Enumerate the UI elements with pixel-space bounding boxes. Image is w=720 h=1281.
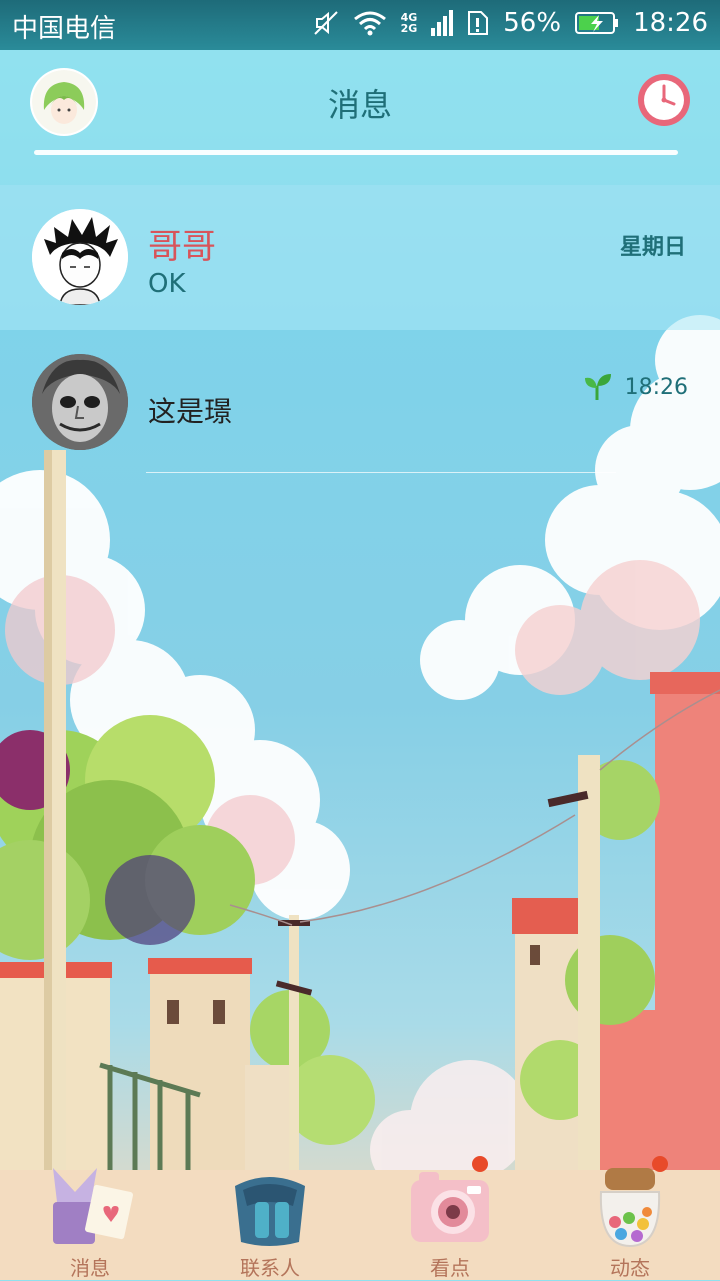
gift-bag-icon (53, 1168, 133, 1244)
clock-icon (638, 74, 690, 126)
clock-button[interactable] (636, 72, 692, 128)
tab-moments[interactable]: 动态 (540, 1156, 720, 1280)
tab-label: 看点 (430, 1256, 470, 1280)
battery-percent: 56% (503, 8, 562, 38)
joker-face-avatar-icon (32, 354, 128, 450)
candy-jar-icon (599, 1168, 661, 1248)
status-time: 18:26 (633, 8, 708, 38)
conversation-item[interactable]: 这是璟 18:26 (0, 330, 720, 475)
tab-contacts[interactable]: 联系人 (180, 1160, 360, 1280)
page-title: 消息 (327, 86, 392, 124)
wifi-icon (353, 11, 386, 36)
backpack-icon (235, 1177, 305, 1246)
camera-icon (411, 1172, 489, 1242)
header-divider (34, 150, 678, 155)
contact-name: 这是璟 (148, 395, 233, 428)
sprout-icon (584, 374, 611, 400)
header: 消息 (0, 50, 720, 185)
message-time: 18:26 (624, 374, 688, 400)
tab-label: 动态 (610, 1256, 650, 1280)
bottom-tab-bar: 消息 联系人 看点 动态 (0, 1156, 720, 1280)
network-bottom-label: 2G (400, 22, 418, 35)
contact-name: 哥哥 (148, 227, 216, 267)
tab-label: 联系人 (240, 1256, 300, 1280)
contact-avatar[interactable] (32, 209, 128, 305)
message-time: 星期日 (619, 235, 686, 260)
tab-label: 消息 (70, 1256, 110, 1280)
list-divider (146, 472, 616, 473)
signal-icon (431, 10, 454, 36)
tab-messages[interactable]: 消息 (0, 1160, 180, 1280)
status-icons: 4G 2G 56% 18:26 (313, 8, 708, 38)
conversation-item[interactable]: 哥哥 OK 星期日 (0, 185, 720, 330)
status-bar: 中国电信 4G 2G 56% 18:26 (0, 0, 720, 50)
contact-avatar[interactable] (32, 354, 128, 450)
sketch-boy-avatar-icon (32, 209, 128, 305)
message-time-row: 18:26 (583, 372, 688, 402)
message-preview: OK (148, 269, 186, 299)
network-type: 4G 2G (401, 12, 418, 34)
tab-discover[interactable]: 看点 (360, 1156, 540, 1280)
battery-charging-icon (575, 12, 619, 34)
carrier-name: 中国电信 (12, 14, 117, 44)
mute-icon (313, 11, 338, 35)
sim-alert-icon (468, 11, 489, 35)
